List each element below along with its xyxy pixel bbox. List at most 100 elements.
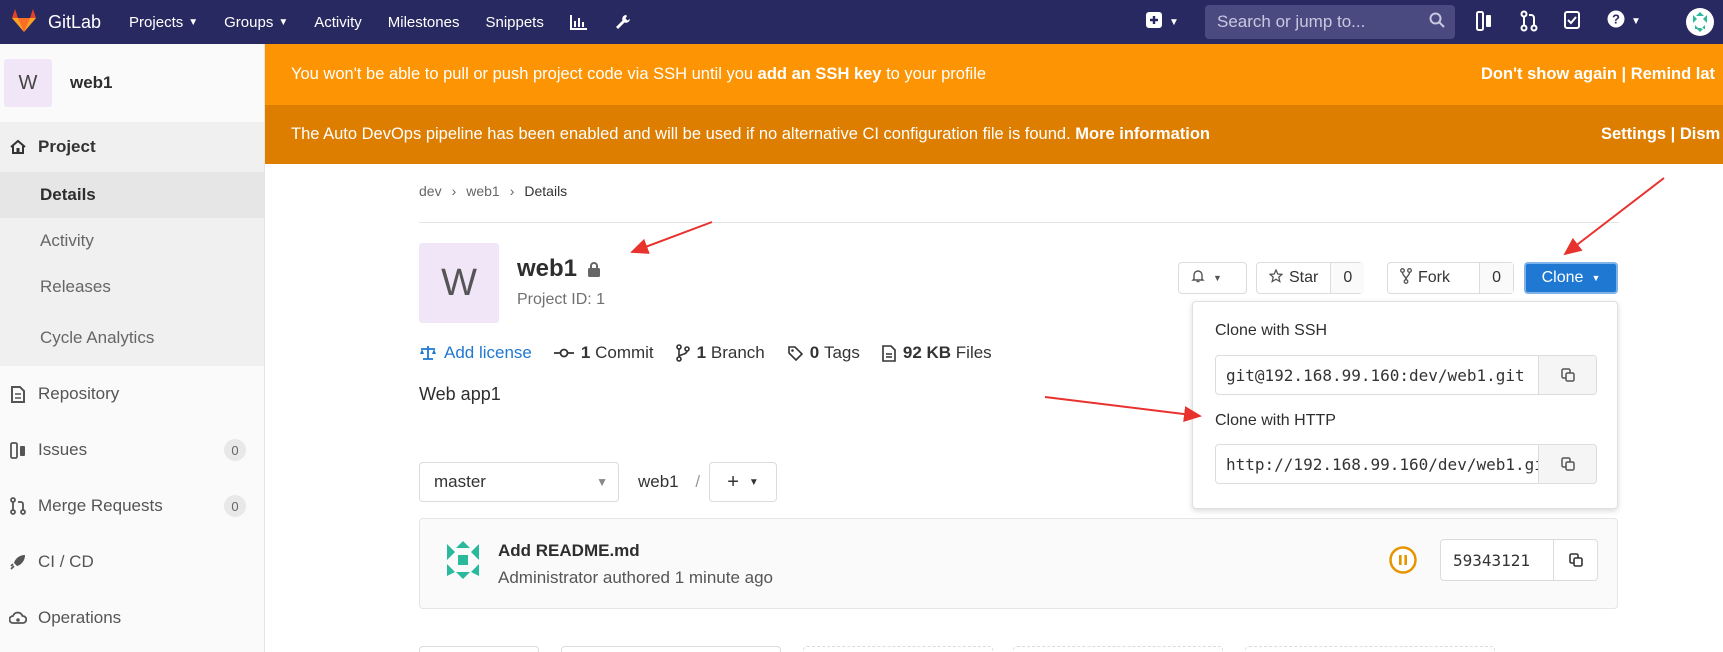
- document-icon: [8, 385, 28, 403]
- ssh-banner-actions[interactable]: Don't show again | Remind lat: [1481, 65, 1715, 84]
- help-icon: ?: [1607, 10, 1625, 33]
- bottom-button[interactable]: [803, 646, 993, 652]
- copy-icon[interactable]: [1538, 445, 1596, 483]
- wrench-icon[interactable]: [614, 13, 632, 31]
- clone-button[interactable]: Clone ▼: [1524, 262, 1618, 294]
- sidebar-sub-releases[interactable]: Releases: [0, 264, 264, 310]
- issues-nav-icon[interactable]: [1475, 10, 1493, 37]
- nav-milestones[interactable]: Milestones: [388, 14, 460, 31]
- bottom-button[interactable]: [1013, 646, 1223, 652]
- branch-select[interactable]: master ▼: [419, 462, 619, 502]
- sidebar-item-ci-cd[interactable]: CI / CD: [0, 534, 264, 590]
- sidebar-item-label: CI / CD: [38, 552, 94, 571]
- nav-projects[interactable]: Projects ▼: [129, 14, 198, 31]
- sidebar-item-issues[interactable]: Issues 0: [0, 422, 264, 478]
- chevron-right-icon: ›: [509, 183, 515, 199]
- project-id: Project ID: 1: [517, 291, 606, 308]
- commit-sha-value[interactable]: 59343121: [1441, 540, 1553, 580]
- sidebar-sub-label: Cycle Analytics: [40, 328, 155, 347]
- commit-title[interactable]: Add README.md: [498, 541, 640, 561]
- sidebar-item-project[interactable]: Project: [0, 122, 264, 172]
- pipeline-paused-icon[interactable]: [1388, 545, 1418, 580]
- brand[interactable]: GitLab: [10, 7, 101, 38]
- project-description: Web app1: [419, 384, 501, 404]
- copy-icon[interactable]: [1538, 356, 1596, 394]
- devops-banner-message: The Auto DevOps pipeline has been enable…: [291, 125, 1210, 144]
- commit-sha[interactable]: 59343121: [1440, 539, 1598, 581]
- more-information-link[interactable]: More information: [1075, 125, 1210, 143]
- sidebar-sub-cycle-analytics[interactable]: Cycle Analytics: [0, 310, 264, 366]
- sidebar-project-name: web1: [70, 73, 113, 92]
- path-separator: /: [695, 472, 701, 491]
- breadcrumb-dev[interactable]: dev: [419, 183, 442, 199]
- todo-check-icon[interactable]: [1563, 10, 1581, 35]
- branch-icon: [675, 344, 690, 362]
- sidebar-item-operations[interactable]: Operations: [0, 590, 264, 646]
- nav-snippets[interactable]: Snippets: [485, 14, 543, 31]
- nav-activity[interactable]: Activity: [314, 14, 362, 31]
- add-ssh-key-link[interactable]: add an SSH key: [758, 65, 882, 83]
- commit-author-avatar[interactable]: [442, 539, 484, 586]
- branches-count: 1: [696, 343, 707, 362]
- annotation-arrow: [1044, 396, 1202, 422]
- star-count: 0: [1330, 263, 1365, 293]
- sidebar-sub-activity[interactable]: Activity: [0, 218, 264, 264]
- lock-icon: [587, 261, 601, 277]
- nav-projects-label: Projects: [129, 13, 184, 31]
- files-stat[interactable]: 92 KB Files: [882, 343, 992, 363]
- fork-button[interactable]: Fork 0: [1387, 262, 1514, 294]
- notification-seg: ▼: [1179, 263, 1234, 293]
- add-license-link[interactable]: Add license: [419, 343, 532, 363]
- chevron-down-icon: ▼: [1213, 273, 1222, 283]
- devops-banner-actions[interactable]: Settings | Dism: [1601, 125, 1720, 144]
- branches-stat[interactable]: 1 Branch: [675, 343, 765, 363]
- ssh-banner-message: You won't be able to pull or push projec…: [291, 65, 986, 84]
- commits-stat[interactable]: 1 Commit: [553, 343, 654, 363]
- sidebar-sub-details[interactable]: Details: [0, 172, 264, 218]
- branch-select-value: master: [434, 472, 486, 491]
- repo-path-root[interactable]: web1: [638, 472, 679, 491]
- sidebar-item-merge-requests[interactable]: Merge Requests 0: [0, 478, 264, 534]
- chevron-down-icon: ▼: [1591, 273, 1601, 283]
- last-commit: Add README.md Administrator authored 1 m…: [419, 518, 1618, 609]
- sidebar-item-label: Issues: [38, 440, 88, 459]
- clone-http-url[interactable]: http://192.168.99.160/dev/web1.git: [1216, 445, 1538, 483]
- bottom-button[interactable]: [419, 646, 539, 652]
- nav-groups[interactable]: Groups ▼: [224, 14, 288, 31]
- chevron-down-icon: ▼: [278, 16, 289, 28]
- fork-seg: Fork: [1388, 263, 1479, 293]
- breadcrumb-web1[interactable]: web1: [466, 183, 499, 199]
- project-avatar: W: [4, 59, 52, 107]
- help-dropdown[interactable]: ? ▼: [1607, 10, 1641, 33]
- user-avatar[interactable]: [1686, 8, 1714, 41]
- merge-request-nav-icon[interactable]: [1520, 10, 1538, 37]
- add-file-dropdown[interactable]: + ▼: [709, 462, 777, 502]
- auto-devops-banner: The Auto DevOps pipeline has been enable…: [265, 105, 1723, 164]
- star-button[interactable]: Star 0: [1256, 262, 1365, 294]
- new-item-dropdown[interactable]: ▼: [1145, 11, 1179, 34]
- sidebar-item-repository[interactable]: Repository: [0, 366, 264, 422]
- notification-dropdown[interactable]: ▼: [1178, 262, 1247, 294]
- bottom-button[interactable]: [1245, 646, 1495, 652]
- brand-name: GitLab: [48, 11, 102, 32]
- clone-ssh-field[interactable]: git@192.168.99.160:dev/web1.git: [1215, 355, 1597, 395]
- tags-stat[interactable]: 0 Tags: [787, 343, 860, 363]
- cloud-gear-icon: [8, 610, 28, 626]
- bottom-button[interactable]: [561, 646, 781, 652]
- merge-requests-count-badge: 0: [224, 495, 246, 517]
- copy-icon[interactable]: [1553, 540, 1597, 580]
- tags-label: Tags: [823, 343, 860, 362]
- clone-ssh-url[interactable]: git@192.168.99.160:dev/web1.git: [1216, 356, 1538, 394]
- tag-icon: [787, 345, 803, 361]
- sidebar-project-header[interactable]: W web1: [0, 44, 264, 122]
- chevron-down-icon: ▼: [1631, 16, 1641, 27]
- devops-banner-text: The Auto DevOps pipeline has been enable…: [291, 125, 1076, 143]
- sidebar-item-label: Operations: [38, 608, 122, 627]
- sidebar-sub-label: Releases: [40, 277, 111, 296]
- search-input[interactable]: Search or jump to...: [1205, 5, 1455, 39]
- sidebar-sub-label: Details: [40, 185, 96, 204]
- chart-icon[interactable]: [569, 14, 588, 30]
- nav-snippets-label: Snippets: [485, 13, 544, 31]
- clone-http-field[interactable]: http://192.168.99.160/dev/web1.git: [1215, 444, 1597, 484]
- commits-count: 1: [580, 343, 591, 362]
